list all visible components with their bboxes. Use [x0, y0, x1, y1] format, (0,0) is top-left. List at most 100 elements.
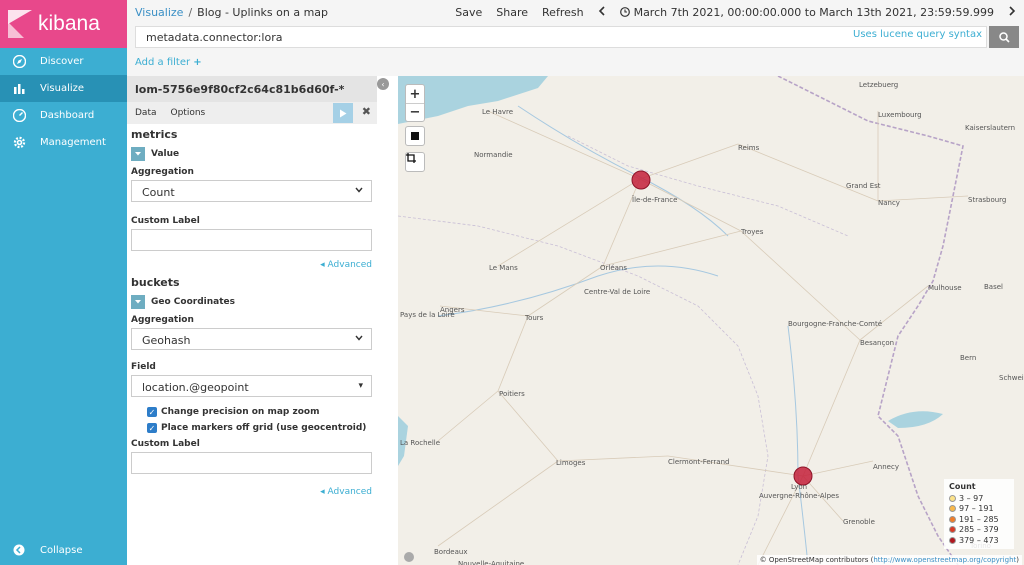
caret-left-icon: ◂ [320, 260, 325, 270]
metric-custom-label-input[interactable] [131, 229, 372, 251]
map-view[interactable]: Luxembourg Letzebuerg Kaiserslautern Strasb… [398, 76, 1024, 565]
bucket-agg-header[interactable]: Geo Coordinates [131, 295, 377, 309]
advanced-label: Advanced [327, 260, 372, 270]
map-place-label: Mulhouse [928, 284, 962, 292]
zoom-out-button[interactable]: − [406, 103, 424, 121]
chevron-down-icon[interactable] [131, 147, 145, 161]
map-place-label: Normandie [474, 151, 513, 159]
map-place-label: Annecy [873, 463, 899, 471]
nav-label: Dashboard [40, 110, 95, 121]
add-filter-button[interactable]: Add a filter + [135, 57, 202, 68]
collapse-editor-button[interactable]: ‹ [377, 78, 389, 90]
metric-advanced-toggle[interactable]: ◂ Advanced [127, 260, 372, 270]
map-place-label: Le Havre [482, 108, 514, 116]
map-attribution: © OpenStreetMap contributors (http://www… [756, 555, 1022, 565]
map-place-label: Luxembourg [878, 111, 922, 119]
field-label: Field [131, 362, 156, 372]
timerange-picker[interactable]: March 7th 2021, 00:00:00.000 to March 13… [619, 6, 994, 19]
map-place-label: Letzebuerg [859, 81, 899, 89]
map-place-label: Orléans [600, 264, 628, 272]
query-bar: metadata.connector:lora Uses lucene quer… [127, 24, 1024, 50]
discard-changes-button[interactable]: ✖ [362, 105, 371, 118]
legend-row: 379 – 473 [949, 535, 1009, 546]
tab-data[interactable]: Data [135, 108, 157, 118]
legend-swatch [949, 494, 956, 502]
change-precision-checkbox[interactable]: ✓ Change precision on map zoom [147, 407, 377, 417]
collapse-label: Collapse [40, 544, 83, 556]
chevron-left-icon [12, 543, 26, 557]
top-actions: Save Share Refresh March 7th 2021, 00:00… [455, 0, 1016, 24]
map-place-label: La Rochelle [400, 439, 441, 447]
legend-row: 285 – 379 [949, 525, 1009, 536]
nav-label: Discover [40, 56, 84, 67]
time-back-button[interactable] [598, 5, 606, 19]
breadcrumb-visualize[interactable]: Visualize [135, 6, 183, 19]
time-forward-button[interactable] [1008, 5, 1016, 19]
map-place-label: Pays de la Loire [400, 311, 455, 319]
share-button[interactable]: Share [496, 6, 528, 19]
draw-shape-button[interactable] [405, 126, 425, 146]
legend-label: 3 – 97 [959, 493, 984, 503]
metric-aggregation-select[interactable]: Count [131, 180, 372, 202]
collapse-button[interactable]: Collapse [0, 541, 127, 559]
legend-row: 97 – 191 [949, 504, 1009, 515]
compass-icon [12, 55, 26, 69]
map-place-label: Auvergne-Rhône-Alpes [759, 492, 839, 500]
tab-options[interactable]: Options [171, 108, 206, 118]
map-place-label: Besançon [860, 339, 895, 347]
map-place-label: Basel [984, 283, 1003, 291]
map-place-label: Lyon [791, 483, 808, 491]
sidebar: kibana Discover Visualize Dashboard Mana… [0, 0, 127, 565]
lucene-syntax-link[interactable]: Uses lucene query syntax [853, 29, 982, 40]
field-select[interactable]: location.@geopoint ▾ [131, 375, 372, 397]
nav-item-visualize[interactable]: Visualize [0, 75, 127, 102]
map-place-label: Grand Est [846, 182, 881, 190]
aggregation-label: Aggregation [131, 315, 194, 325]
map-place-label: Bordeaux [434, 548, 468, 556]
bucket-agg-name: Geo Coordinates [151, 297, 235, 307]
advanced-label: Advanced [327, 487, 372, 497]
play-icon [340, 109, 347, 117]
chevron-down-icon[interactable] [131, 295, 145, 309]
map-place-label: Strasbourg [968, 196, 1007, 204]
zoom-in-button[interactable]: + [406, 85, 424, 103]
chevron-left-icon [598, 5, 605, 16]
nav-item-dashboard[interactable]: Dashboard [0, 102, 127, 129]
search-icon [998, 31, 1010, 43]
map-place-label: Grenoble [843, 518, 875, 526]
attribution-link[interactable]: http://www.openstreetmap.org/copyright [873, 556, 1016, 564]
geocentroid-checkbox[interactable]: ✓ Place markers off grid (use geocentroi… [147, 423, 377, 433]
vis-editor-sidebar: lom-5756e9f80cf2c64c81b6d60f-* Data Opti… [127, 76, 377, 565]
bucket-aggregation-select[interactable]: Geohash [131, 328, 372, 350]
close-icon: ✖ [361, 105, 371, 118]
metric-agg-header[interactable]: Value [131, 147, 377, 161]
bucket-custom-label-input[interactable] [131, 452, 372, 474]
breadcrumb-separator: / [188, 5, 193, 19]
crop-icon [406, 153, 416, 163]
bucket-advanced-toggle[interactable]: ◂ Advanced [127, 487, 372, 497]
legend-swatch [949, 536, 956, 544]
search-button[interactable] [989, 26, 1019, 48]
legend-label: 191 – 285 [959, 514, 999, 524]
editor-tabs: Data Options ✖ [127, 102, 377, 124]
apply-changes-button[interactable] [333, 103, 353, 123]
legend-label: 97 – 191 [959, 504, 994, 514]
nav-item-management[interactable]: Management [0, 129, 127, 156]
caret-down-icon: ▾ [358, 381, 363, 391]
kibana-logo[interactable]: kibana [0, 0, 127, 48]
mapbox-logo-icon [404, 552, 414, 562]
refresh-button[interactable]: Refresh [542, 6, 584, 19]
custom-label-label: Custom Label [131, 216, 200, 226]
index-pattern-title: lom-5756e9f80cf2c64c81b6d60f-* [127, 76, 377, 102]
square-icon [411, 132, 419, 140]
attribution-suffix: ) [1016, 556, 1019, 564]
map-place-label: Nancy [878, 199, 900, 207]
fit-bounds-button[interactable] [405, 152, 425, 172]
chevron-left-icon: ‹ [381, 79, 385, 89]
custom-label-label: Custom Label [131, 439, 200, 449]
nav-item-discover[interactable]: Discover [0, 48, 127, 75]
map-place-label: Nouvelle-Aquitaine [458, 560, 525, 565]
save-button[interactable]: Save [455, 6, 482, 19]
buckets-title: buckets [131, 276, 180, 289]
map-basemap [398, 76, 969, 565]
